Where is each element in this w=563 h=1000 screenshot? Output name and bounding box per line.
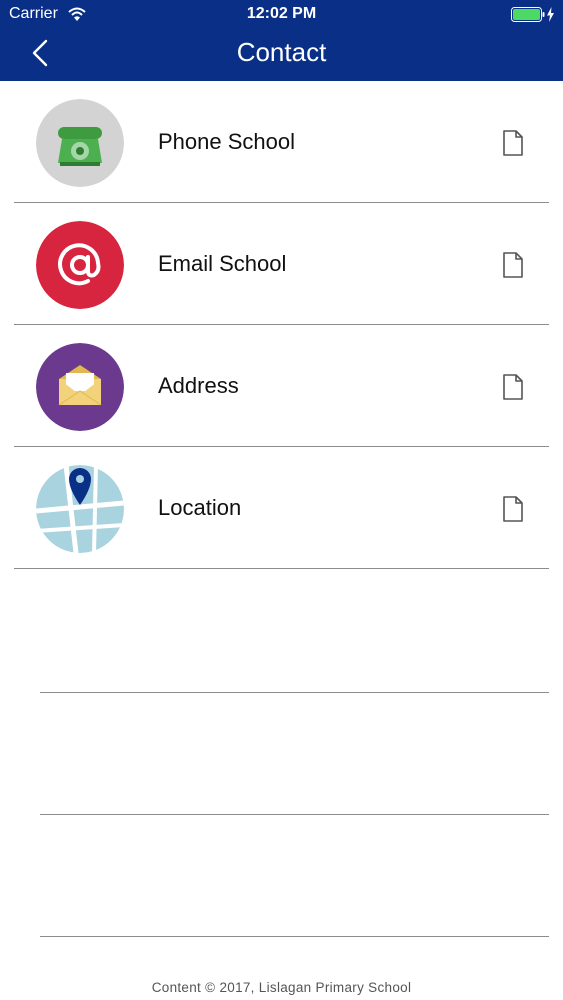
- at-sign-icon: [36, 221, 124, 309]
- status-time: 12:02 PM: [246, 5, 317, 22]
- list-item-address[interactable]: Address: [0, 325, 563, 447]
- list-item-email-school[interactable]: Email School: [0, 203, 563, 325]
- footer-copyright: Content © 2017, Lislagan Primary School: [151, 980, 412, 995]
- document-icon: [502, 374, 524, 400]
- list-item-label: Location: [158, 495, 242, 520]
- battery-icon: [511, 7, 545, 22]
- list-item-label: Address: [158, 373, 239, 398]
- document-icon: [502, 130, 524, 156]
- list-item-phone-school[interactable]: Phone School: [0, 81, 563, 203]
- empty-row-divider: [40, 936, 549, 937]
- list-item-location[interactable]: Location: [0, 447, 563, 569]
- document-icon: [502, 496, 524, 522]
- charging-icon: [546, 7, 555, 22]
- list-item-label: Phone School: [158, 129, 295, 154]
- telephone-icon: [36, 99, 124, 187]
- empty-row-divider: [40, 692, 549, 693]
- page-title: Contact: [236, 37, 327, 67]
- document-icon: [502, 252, 524, 278]
- contact-list: Phone School Email School Address Locati…: [0, 81, 563, 569]
- app-header: Carrier 12:02 PM Contact: [0, 0, 563, 81]
- status-bar: Carrier 12:02 PM: [0, 0, 563, 30]
- nav-bar: Contact: [0, 30, 563, 81]
- empty-row-divider: [40, 814, 549, 815]
- row-divider: [14, 568, 549, 569]
- list-item-label: Email School: [158, 251, 287, 276]
- map-pin-icon: [36, 465, 124, 553]
- envelope-icon: [36, 343, 124, 431]
